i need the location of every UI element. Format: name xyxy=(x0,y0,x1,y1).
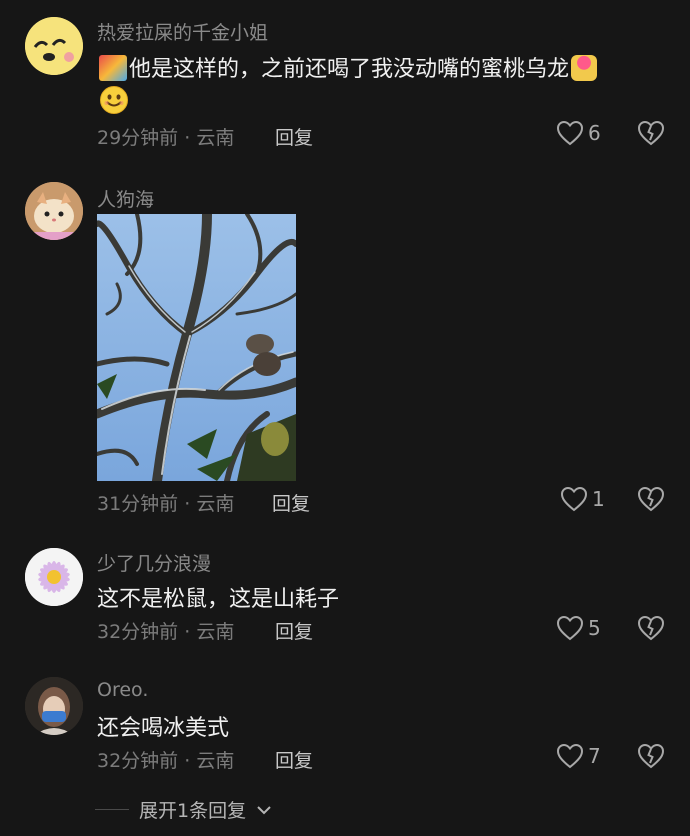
comment-location: 云南 xyxy=(196,621,235,643)
dislike-button[interactable] xyxy=(637,486,665,516)
expand-divider xyxy=(95,809,129,810)
broken-heart-icon xyxy=(637,120,665,146)
reply-button[interactable]: 回复 xyxy=(275,617,313,644)
comment-time: 32分钟前 xyxy=(97,621,179,643)
broken-heart-icon xyxy=(637,615,665,641)
smiling-face-emoji-icon xyxy=(99,85,129,119)
comment-username[interactable]: Oreo. xyxy=(97,679,148,701)
like-count: 6 xyxy=(588,121,601,145)
heart-outline-icon xyxy=(560,486,588,512)
dislike-button[interactable] xyxy=(637,120,665,150)
comment-meta: 32分钟前 · 云南 xyxy=(97,746,234,773)
comment-time: 31分钟前 xyxy=(97,493,179,515)
heart-hand-emoji-icon xyxy=(571,55,598,81)
comment-item: 人狗海 31分钟前 · 云南 回复 1 xyxy=(0,170,690,530)
party-popper-emoji-icon xyxy=(99,55,127,81)
comment-time: 29分钟前 xyxy=(97,127,179,149)
expand-replies-label: 展开1条回复 xyxy=(139,800,247,822)
like-button[interactable]: 6 xyxy=(556,120,601,146)
comment-location: 云南 xyxy=(196,750,235,772)
like-button[interactable]: 5 xyxy=(556,615,601,641)
comment-text: 还会喝冰美式 xyxy=(97,716,230,741)
reply-button[interactable]: 回复 xyxy=(272,489,310,516)
comment-image[interactable] xyxy=(97,214,296,481)
comment-time: 32分钟前 xyxy=(97,750,179,772)
comment-location: 云南 xyxy=(196,493,235,515)
heart-outline-icon xyxy=(556,615,584,641)
meta-separator: · xyxy=(178,493,197,515)
heart-outline-icon xyxy=(556,743,584,769)
like-count: 5 xyxy=(588,616,601,640)
like-count: 1 xyxy=(592,487,605,511)
comment-meta: 32分钟前 · 云南 xyxy=(97,617,234,644)
like-button[interactable]: 1 xyxy=(560,486,605,512)
broken-heart-icon xyxy=(637,743,665,769)
meta-separator: · xyxy=(178,621,197,643)
dislike-button[interactable] xyxy=(637,743,665,773)
avatar[interactable] xyxy=(25,548,83,606)
comment-text: 这不是松鼠，这是山耗子 xyxy=(97,587,340,612)
reply-button[interactable]: 回复 xyxy=(275,123,313,150)
avatar[interactable] xyxy=(25,17,83,75)
avatar[interactable] xyxy=(25,677,83,735)
like-count: 7 xyxy=(588,744,601,768)
comment-item: 热爱拉屎的千金小姐 他是这样的，之前还喝了我没动嘴的蜜桃乌龙 29分钟前 · 云… xyxy=(0,0,690,170)
comment-meta: 31分钟前 · 云南 xyxy=(97,489,234,516)
meta-separator: · xyxy=(178,750,197,772)
comment-location: 云南 xyxy=(196,127,235,149)
like-button[interactable]: 7 xyxy=(556,743,601,769)
meta-separator: · xyxy=(178,127,197,149)
broken-heart-icon xyxy=(637,486,665,512)
reply-button[interactable]: 回复 xyxy=(275,746,313,773)
dislike-button[interactable] xyxy=(637,615,665,645)
avatar[interactable] xyxy=(25,182,83,240)
comment-meta: 29分钟前 · 云南 xyxy=(97,123,234,150)
comment-item: 少了几分浪漫 这不是松鼠，这是山耗子 32分钟前 · 云南 回复 5 xyxy=(0,530,690,660)
comment-item: Oreo. 还会喝冰美式 32分钟前 · 云南 回复 7 xyxy=(0,660,690,790)
comment-username[interactable]: 热爱拉屎的千金小姐 xyxy=(97,18,268,45)
chevron-down-icon xyxy=(257,805,271,814)
expand-replies-button[interactable]: 展开1条回复 xyxy=(95,796,272,823)
comment-text: 他是这样的，之前还喝了我没动嘴的蜜桃乌龙 xyxy=(97,51,599,83)
comment-username[interactable]: 少了几分浪漫 xyxy=(97,549,211,576)
comment-username[interactable]: 人狗海 xyxy=(97,185,154,212)
heart-outline-icon xyxy=(556,120,584,146)
